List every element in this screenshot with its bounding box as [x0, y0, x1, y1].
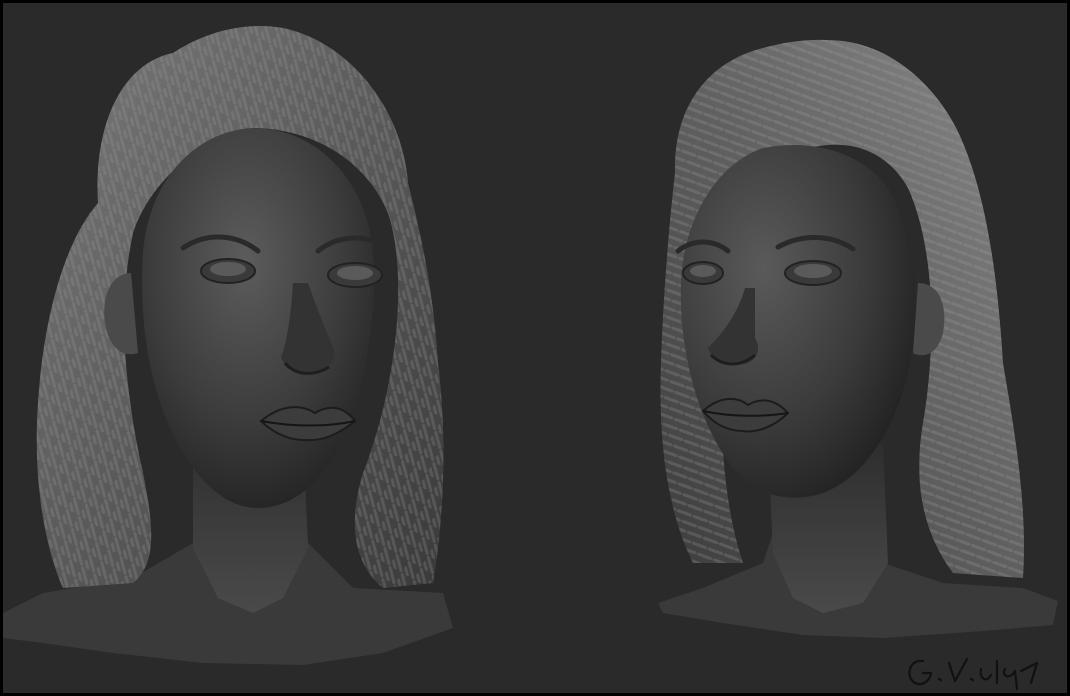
face-left [142, 128, 374, 508]
render-viewport [3, 3, 1067, 693]
head-bust-front [3, 25, 453, 665]
sculpt-render-scene [3, 25, 1058, 665]
artist-signature [908, 657, 1039, 691]
head-bust-three-quarter [658, 39, 1058, 638]
